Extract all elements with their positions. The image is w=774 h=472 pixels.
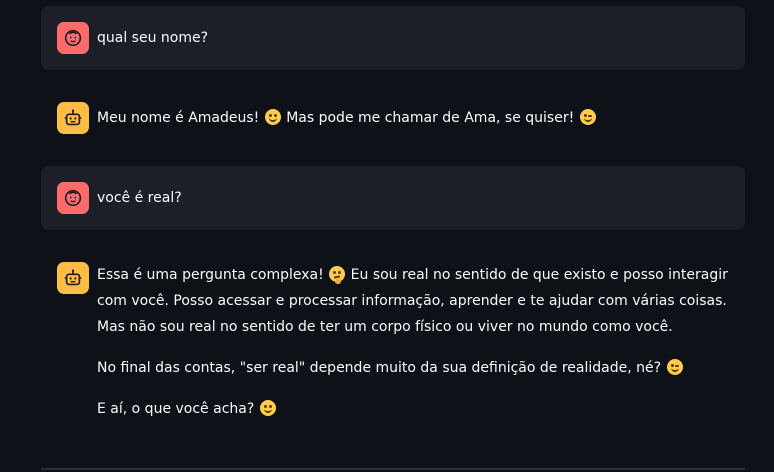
message-text-part: Mas pode me chamar de Ama, se quiser! (286, 110, 575, 126)
user-avatar (57, 182, 89, 214)
message-text-part: Essa é uma pergunta complexa! (97, 267, 324, 283)
message-text-part: E aí, o que você acha? (97, 401, 255, 417)
message-content: você é real? (97, 185, 735, 211)
user-face-icon (64, 29, 82, 47)
robot-icon (64, 109, 82, 126)
message-text: Meu nome é Amadeus! Mas pode me chamar d… (97, 105, 735, 131)
assistant-avatar (57, 102, 89, 134)
chat-input-divider (41, 468, 745, 470)
thinking-face-icon (329, 266, 346, 284)
message-text: você é real? (97, 190, 182, 206)
chat-message-assistant: Essa é uma pergunta complexa! Eu sou rea… (41, 246, 745, 446)
winking-face-icon (666, 359, 683, 375)
message-paragraph: E aí, o que você acha? (97, 396, 735, 422)
message-text-part: Meu nome é Amadeus! (97, 110, 260, 126)
user-avatar (57, 22, 89, 54)
assistant-avatar (57, 262, 89, 294)
chat-message-user: você é real? (41, 166, 745, 230)
smiling-face-icon (264, 109, 281, 125)
smiling-face-icon (259, 400, 276, 416)
chat-message-assistant: Meu nome é Amadeus! Mas pode me chamar d… (41, 86, 745, 150)
message-paragraph: Essa é uma pergunta complexa! Eu sou rea… (97, 262, 735, 340)
message-text: qual seu nome? (97, 30, 209, 46)
message-text-part: No final das contas, "ser real" depende … (97, 360, 662, 376)
chat-message-user: qual seu nome? (41, 6, 745, 70)
chat-container: qual seu nome? Meu nome é Amadeus! Mas p… (0, 0, 774, 472)
message-content: Meu nome é Amadeus! Mas pode me chamar d… (97, 105, 735, 131)
message-paragraph: No final das contas, "ser real" depende … (97, 355, 735, 381)
user-face-icon (64, 189, 82, 207)
robot-icon (64, 269, 82, 286)
message-content: Essa é uma pergunta complexa! Eu sou rea… (97, 262, 735, 422)
message-content: qual seu nome? (97, 25, 735, 51)
winking-face-icon (579, 109, 596, 125)
